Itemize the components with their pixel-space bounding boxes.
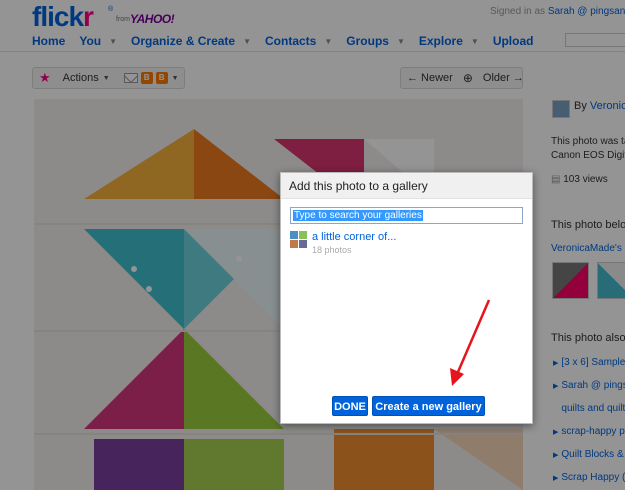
gallery-photo-count: 18 photos (312, 245, 352, 255)
dialog-title: Add this photo to a gallery (281, 173, 532, 199)
add-to-gallery-dialog: Add this photo to a gallery Type to sear… (280, 172, 533, 424)
done-button[interactable]: DONE (332, 396, 368, 416)
gallery-list-item[interactable]: a little corner of... 18 photos (290, 231, 490, 255)
gallery-name-link[interactable]: a little corner of... (312, 231, 396, 243)
gallery-thumbnail-icon (290, 231, 307, 248)
gallery-search-input[interactable]: Type to search your galleries (290, 207, 523, 224)
gallery-search-selected-text: Type to search your galleries (293, 210, 423, 221)
create-new-gallery-button[interactable]: Create a new gallery (372, 396, 485, 416)
